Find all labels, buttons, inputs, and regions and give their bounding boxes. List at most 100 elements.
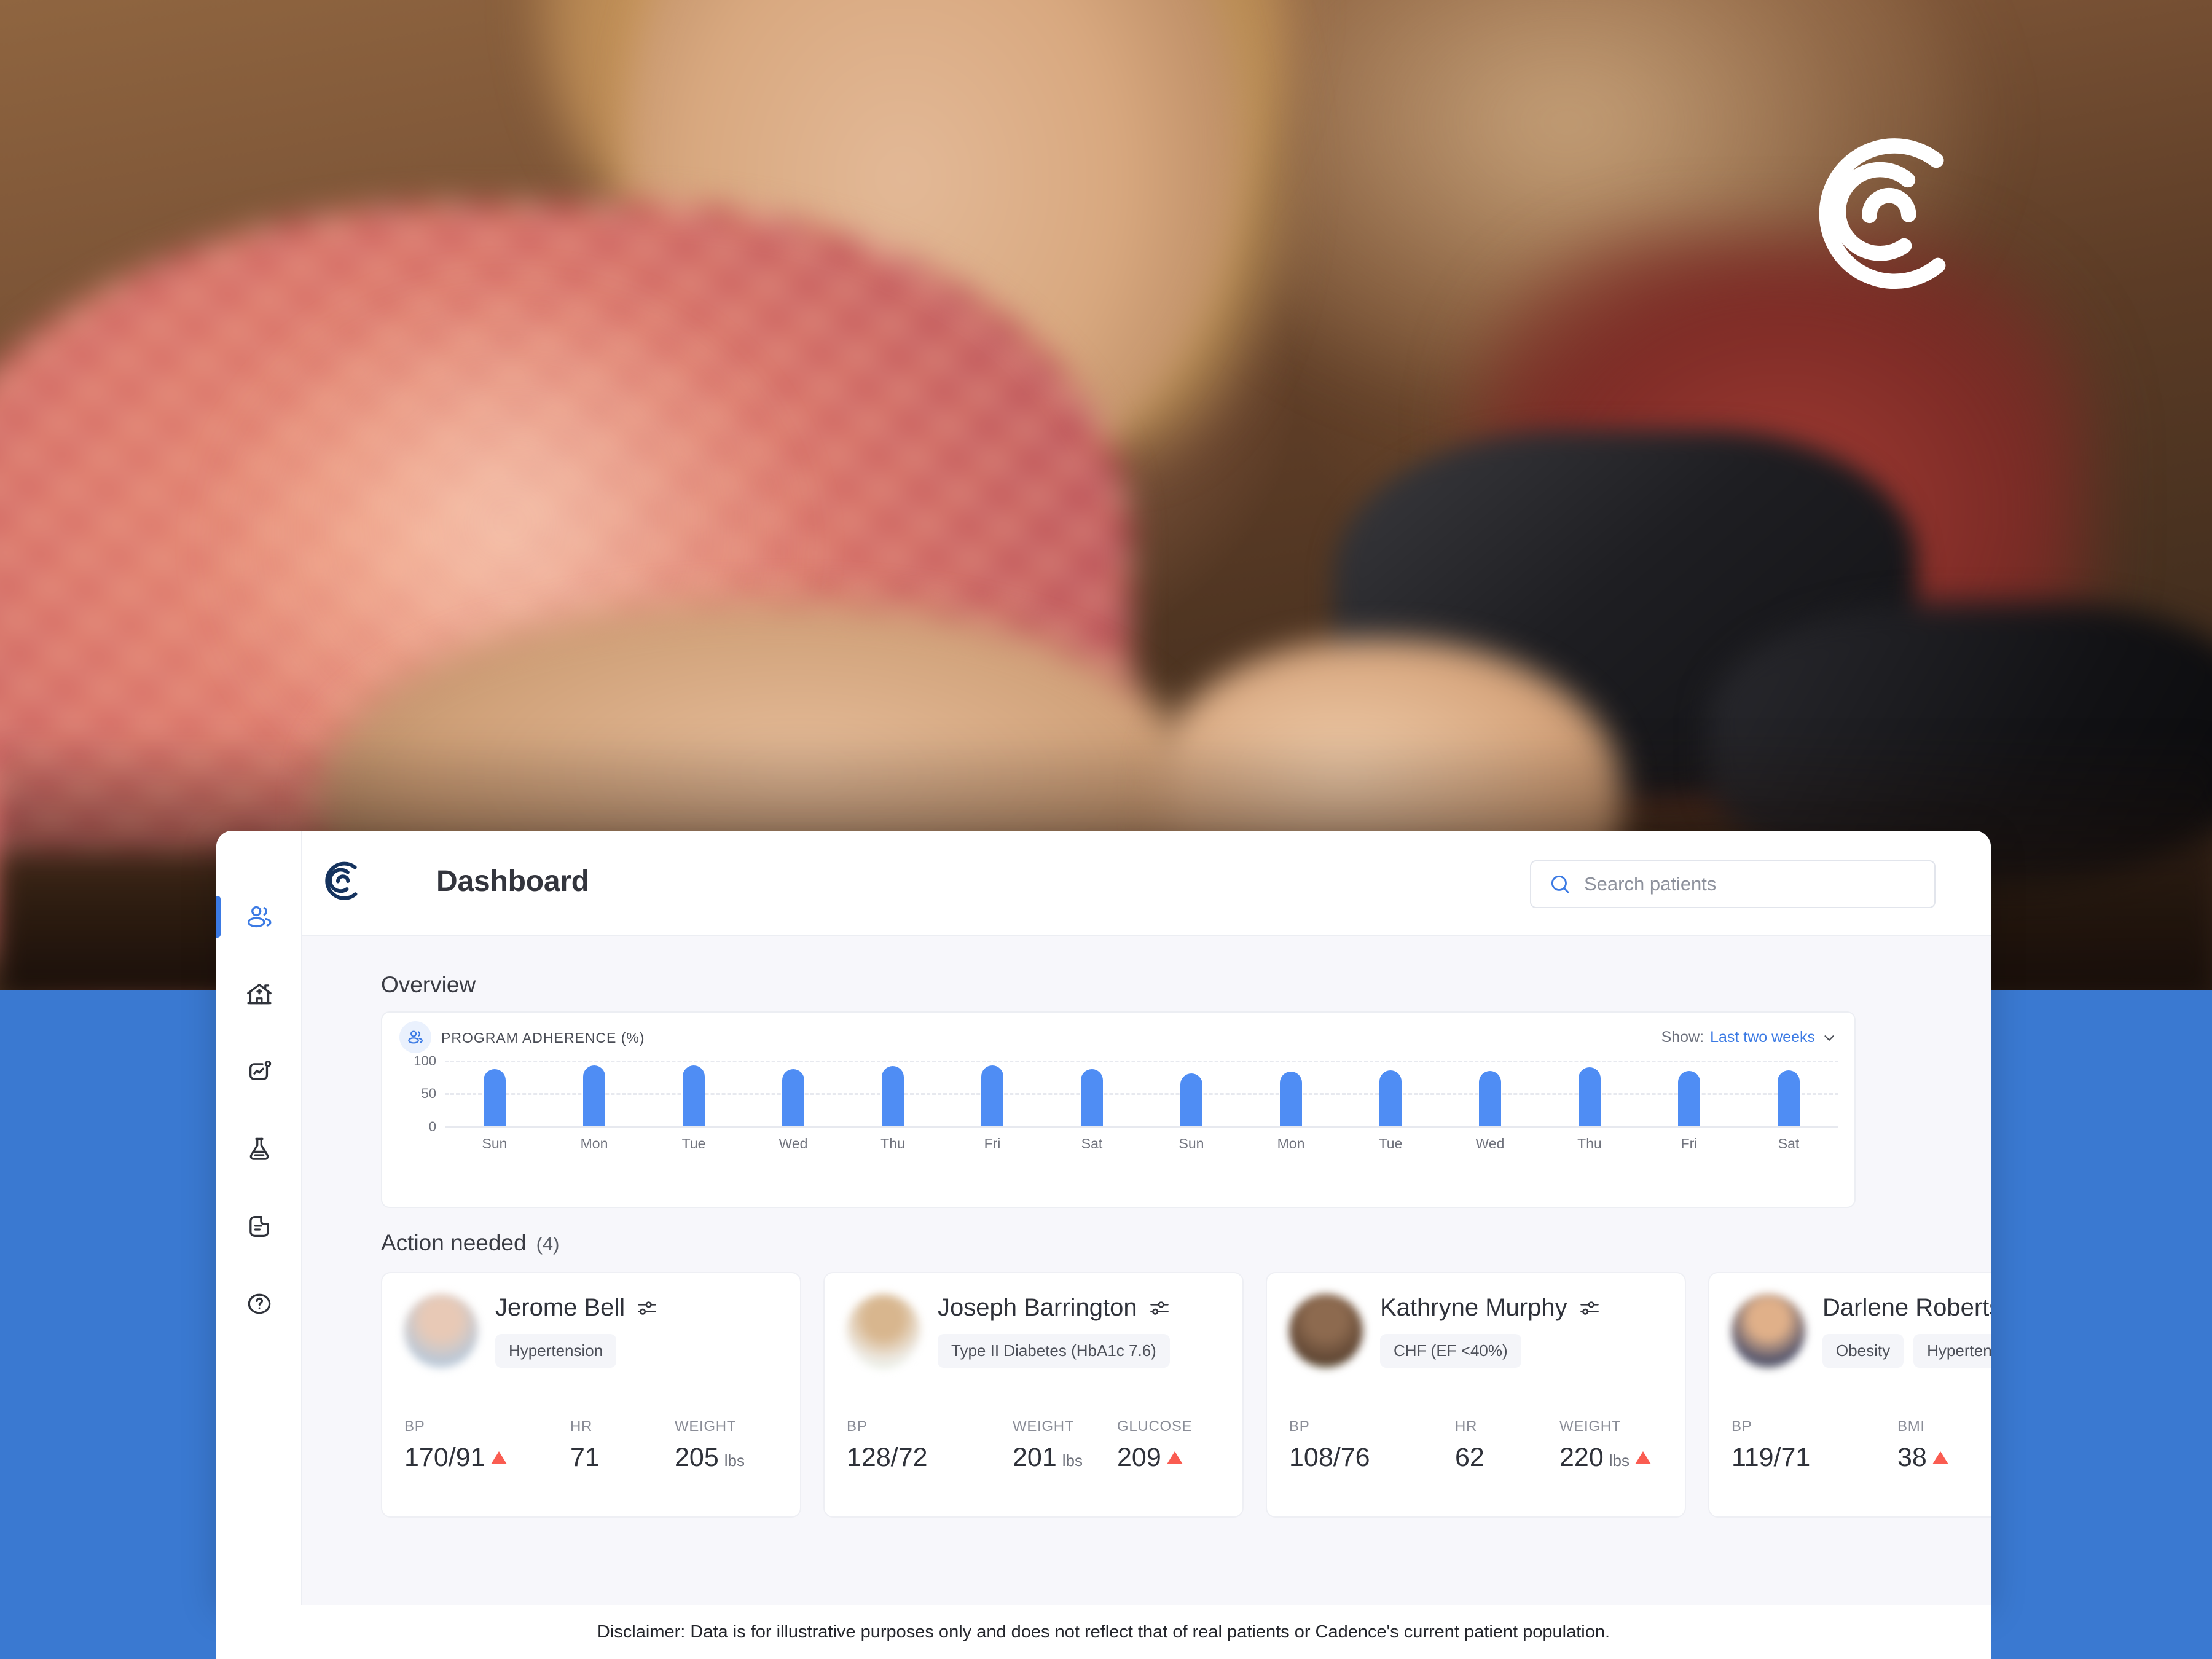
axis-baseline [445,1126,1838,1128]
program-adherence-card: PROGRAM ADHERENCE (%) Show: Last two wee… [381,1011,1856,1208]
patient-name-row: Jerome Bell [495,1294,783,1322]
vital-label: HR [1455,1418,1478,1435]
patient-card[interactable]: Darlene Roberts Obesity Hypertension BP 119/… [1708,1272,1991,1518]
app-window: Dashboard Overview [216,831,1991,1605]
sidebar-item-documents[interactable] [216,1197,302,1256]
patient-name-row: Darlene Roberts [1822,1294,1991,1322]
chart-bar [484,1069,506,1126]
cadence-arcs-logo [1819,138,1946,289]
chart-x-label: Thu [880,1135,905,1151]
avatar [1732,1294,1805,1368]
search-input[interactable] [1584,873,1879,895]
vital-unit: lbs [1609,1451,1630,1470]
page-title: Dashboard [436,865,589,898]
y-tick-0: 0 [428,1119,436,1134]
patient-name: Kathryne Murphy [1380,1294,1567,1321]
sidebar-item-labs[interactable] [216,1120,302,1179]
sidebar-item-trends[interactable] [216,1042,302,1101]
vital-value-row: 38 [1897,1443,1991,1473]
patient-card[interactable]: Jerome Bell Hypertension BP 170/91 HR 71 WEIGH… [381,1272,801,1518]
disclaimer-text: Disclaimer: Data is for illustrative pur… [597,1622,1610,1642]
vitals-row: BP 170/91 HR 71 WEIGHT 205 lbs [404,1418,783,1473]
vital-metric: HR 71 [570,1418,675,1473]
vital-metric: WEIGHT 205 lbs [675,1418,800,1473]
chart-bar-column [1241,1061,1341,1126]
vital-label: BP [847,1418,868,1435]
chart-x-label: Wed [779,1135,808,1151]
patient-name: Darlene Roberts [1822,1294,1991,1321]
condition-chip: CHF (EF <40%) [1380,1334,1521,1368]
vital-value-row: 71 [570,1443,675,1473]
chart-bar-column [843,1061,943,1126]
sidebar [216,831,302,1605]
vital-value-row: 119/71 [1732,1443,1897,1473]
sidebar-item-patients[interactable] [216,887,302,946]
patient-name: Joseph Barrington [938,1294,1137,1321]
chart-bar [1479,1071,1501,1126]
active-indicator [216,896,221,938]
condition-chip-list: CHF (EF <40%) [1380,1334,1668,1368]
vital-metric: WEIGHT 220 lbs [1559,1418,1685,1473]
condition-chip: Hypertension [495,1334,617,1368]
condition-chip: Type II Diabetes (HbA1c 7.6) [938,1334,1170,1368]
chart-bar-column [644,1061,743,1126]
chart-range-selector[interactable]: Show: Last two weeks [1661,1029,1837,1046]
avatar [847,1294,920,1368]
y-tick-100: 100 [414,1053,436,1069]
vital-metric: BP 170/91 [404,1418,570,1473]
vitals-row: BP119/71BMI38STEPS/DAY4,376 [1732,1418,1991,1473]
trend-up-icon [1932,1451,1948,1464]
chart-bar [1678,1071,1700,1126]
avatar [404,1294,478,1368]
dashboard-content: Overview PROGRAM ADHERENCE (%) Show: Las… [302,936,1991,1605]
vital-metric: BP 128/72 [847,1418,1013,1473]
condition-chip: Obesity [1822,1334,1904,1368]
vital-metric: WEIGHT 201 lbs [1013,1418,1117,1473]
vital-value: 201 [1013,1443,1057,1472]
chart-x-label: Sat [1081,1135,1103,1151]
patient-card-header: Darlene Roberts Obesity Hypertension [1732,1294,1991,1368]
chart-bar [583,1065,605,1126]
sidebar-item-help[interactable] [216,1274,302,1333]
lab-flask-icon [249,1137,269,1160]
chart-x-label: Fri [984,1135,1001,1151]
sliders-icon[interactable] [636,1297,658,1319]
patient-card-header: Jerome Bell Hypertension [404,1294,783,1368]
chart-bar [1180,1073,1202,1126]
search-bar[interactable] [1530,860,1936,908]
vital-value-row: 205 lbs [675,1443,800,1473]
document-icon [249,1216,269,1237]
action-needed-label: Action needed [381,1230,527,1255]
chevron-down-icon[interactable] [1821,1030,1837,1046]
patient-card[interactable]: Kathryne Murphy CHF (EF <40%) BP 108/76 HR 62… [1266,1272,1686,1518]
chart-bar [981,1065,1003,1126]
vital-value-row: 170/91 [404,1443,570,1473]
vital-label: GLUCOSE [1117,1418,1193,1435]
condition-chip-list: Obesity Hypertension [1822,1334,1991,1368]
help-question-icon [248,1293,271,1314]
patient-card[interactable]: Joseph Barrington Type II Diabetes (HbA1c… [823,1272,1244,1518]
vital-metric: HR 62 [1455,1418,1559,1473]
patient-identity: Darlene Roberts Obesity Hypertension [1822,1294,1991,1368]
chart-bar-column [1440,1061,1540,1126]
sliders-icon[interactable] [1579,1297,1601,1319]
vital-label: WEIGHT [675,1418,737,1435]
chart-bar [1379,1070,1402,1126]
patient-card-list: Jerome Bell Hypertension BP 170/91 HR 71 WEIGH… [381,1272,1991,1518]
vital-value: 128/72 [847,1443,928,1472]
disclaimer-bar: Disclaimer: Data is for illustrative pur… [216,1605,1991,1659]
vital-label: WEIGHT [1013,1418,1075,1435]
chart-title: PROGRAM ADHERENCE (%) [441,1030,645,1046]
patients-people-icon [408,1030,423,1044]
chart-x-label: Wed [1475,1135,1505,1151]
action-needed-heading: Action needed (4) [381,1230,559,1256]
y-tick-50: 50 [421,1086,436,1101]
vital-label: BMI [1897,1418,1925,1435]
hospital-home-plus-icon [247,984,272,1005]
sidebar-item-facilities[interactable] [216,965,302,1024]
sliders-icon[interactable] [1148,1297,1171,1319]
show-selected-value[interactable]: Last two weeks [1710,1029,1815,1046]
vital-value: 108/76 [1289,1443,1370,1472]
patient-name-row: Joseph Barrington [938,1294,1225,1322]
vital-value: 119/71 [1732,1443,1811,1472]
